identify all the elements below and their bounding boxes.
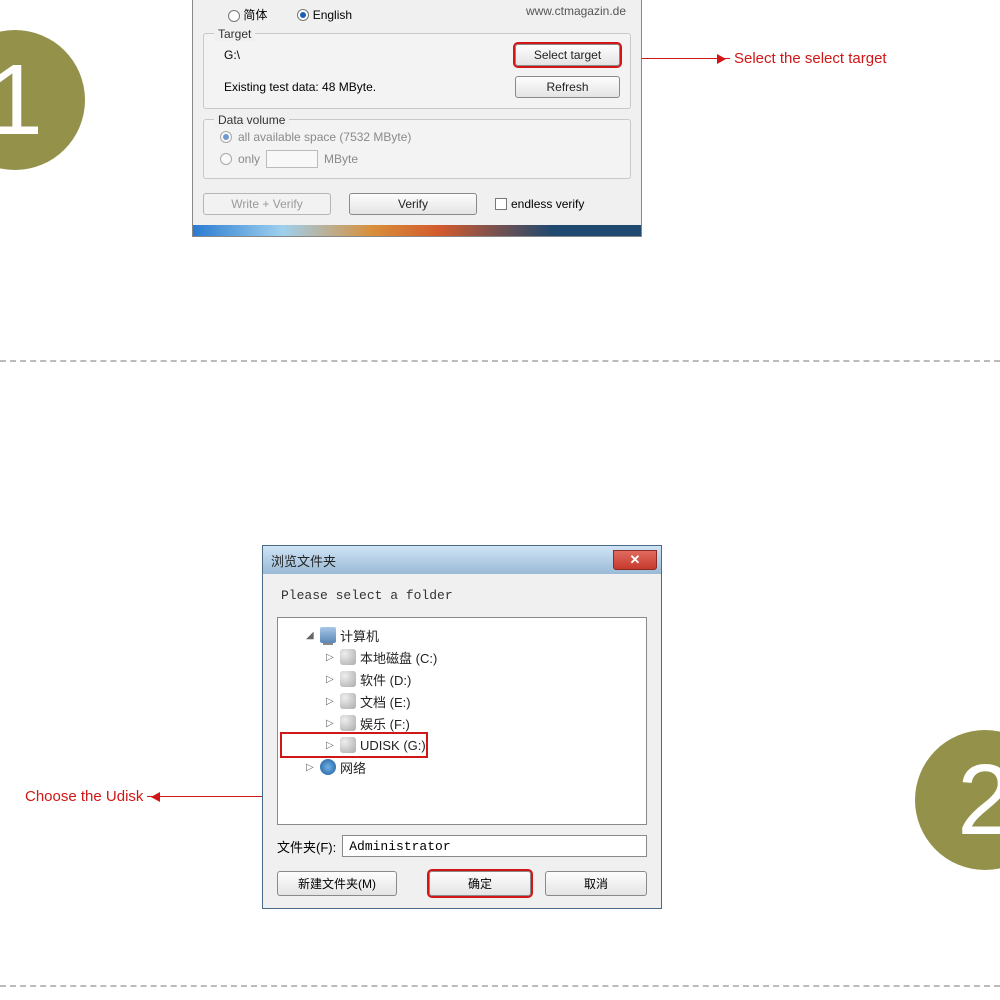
- radio-icon: [220, 131, 232, 143]
- tree-label: 文档 (E:): [360, 692, 411, 711]
- browse-folder-window: 浏览文件夹 ✕ Please select a folder ◢ 计算机 ▷ 本…: [262, 545, 662, 909]
- divider: [0, 360, 1000, 362]
- disk-icon: [340, 715, 356, 731]
- titlebar: 浏览文件夹 ✕: [263, 546, 661, 574]
- prompt-text: Please select a folder: [277, 584, 647, 617]
- folder-name-input[interactable]: [342, 835, 647, 857]
- step-number: 1: [0, 43, 43, 158]
- data-volume-fieldset: Data volume all available space (7532 MB…: [203, 119, 631, 179]
- computer-icon: [320, 627, 336, 643]
- verify-button[interactable]: Verify: [349, 193, 477, 215]
- tree-label: 软件 (D:): [360, 670, 411, 689]
- lang-label: English: [313, 8, 352, 22]
- lang-label: 简体: [243, 8, 267, 22]
- tree-label: 计算机: [340, 626, 379, 645]
- expand-icon[interactable]: ▷: [326, 718, 336, 729]
- expand-icon[interactable]: ▷: [326, 696, 336, 707]
- lang-english-radio[interactable]: English: [297, 8, 352, 22]
- step-2-badge: 2: [915, 730, 1000, 870]
- radio-icon: [220, 153, 232, 165]
- tree-node-udisk-g[interactable]: ▷ UDISK (G:): [282, 734, 426, 756]
- all-space-radio[interactable]: all available space (7532 MByte): [220, 130, 620, 144]
- annotation-text: Choose the Udisk: [25, 788, 143, 805]
- lang-simplified-radio[interactable]: 简体: [228, 6, 267, 23]
- divider: [0, 985, 1000, 987]
- collapse-icon[interactable]: ◢: [306, 630, 316, 641]
- expand-icon[interactable]: ▷: [326, 674, 336, 685]
- existing-data-text: Existing test data: 48 MByte.: [214, 80, 376, 94]
- expand-icon[interactable]: ▷: [326, 740, 336, 751]
- annotation-text: Select the select target: [734, 50, 887, 67]
- folder-tree[interactable]: ◢ 计算机 ▷ 本地磁盘 (C:) ▷ 软件 (D:) ▷ 文档 (E:) ▷: [277, 617, 647, 825]
- button-label: Refresh: [546, 80, 588, 94]
- arrow-icon: [147, 796, 262, 797]
- only-mbyte-input[interactable]: [266, 150, 318, 168]
- refresh-button[interactable]: Refresh: [515, 76, 620, 98]
- tree-node-drive-e[interactable]: ▷ 文档 (E:): [282, 690, 642, 712]
- step-number: 2: [957, 743, 1000, 858]
- button-label: Verify: [398, 197, 428, 211]
- radio-icon: [228, 10, 240, 22]
- target-path: G:\: [214, 48, 240, 62]
- disk-icon: [340, 737, 356, 753]
- button-label: Write + Verify: [231, 197, 302, 211]
- folder-label: 文件夹(F):: [277, 837, 336, 856]
- tree-node-drive-f[interactable]: ▷ 娱乐 (F:): [282, 712, 642, 734]
- radio-label: only: [238, 152, 260, 166]
- h2testw-window: 简体 English www.ctmagazin.de Target G:\ S…: [192, 0, 642, 237]
- close-icon: ✕: [630, 552, 641, 568]
- new-folder-button[interactable]: 新建文件夹(M): [277, 871, 397, 896]
- tree-label: UDISK (G:): [360, 738, 426, 753]
- tree-label: 娱乐 (F:): [360, 714, 410, 733]
- button-label: 新建文件夹(M): [298, 877, 376, 891]
- endless-verify-checkbox[interactable]: endless verify: [495, 197, 584, 211]
- select-target-button[interactable]: Select target: [515, 44, 620, 66]
- expand-icon[interactable]: ▷: [306, 762, 316, 773]
- step-1-badge: 1: [0, 30, 85, 170]
- tree-label: 本地磁盘 (C:): [360, 648, 437, 667]
- network-icon: [320, 759, 336, 775]
- disk-icon: [340, 649, 356, 665]
- datavol-legend: Data volume: [214, 113, 289, 127]
- unit-label: MByte: [324, 152, 358, 166]
- radio-icon: [297, 9, 309, 21]
- button-label: 取消: [584, 877, 608, 891]
- ok-button[interactable]: 确定: [429, 871, 531, 896]
- expand-icon[interactable]: ▷: [326, 652, 336, 663]
- write-verify-button[interactable]: Write + Verify: [203, 193, 331, 215]
- tree-label: 网络: [340, 758, 366, 777]
- tree-node-drive-d[interactable]: ▷ 软件 (D:): [282, 668, 642, 690]
- button-label: Select target: [534, 48, 601, 62]
- checkbox-label: endless verify: [511, 197, 584, 211]
- taskbar-strip: [193, 225, 641, 236]
- button-label: 确定: [468, 877, 492, 891]
- disk-icon: [340, 671, 356, 687]
- disk-icon: [340, 693, 356, 709]
- window-title: 浏览文件夹: [271, 551, 336, 570]
- annotation-choose-udisk: Choose the Udisk: [25, 788, 262, 805]
- website-url: www.ctmagazin.de: [526, 4, 626, 18]
- tree-node-network[interactable]: ▷ 网络: [282, 756, 642, 778]
- close-button[interactable]: ✕: [613, 550, 657, 570]
- target-fieldset: Target G:\ Select target Existing test d…: [203, 33, 631, 109]
- tree-node-computer[interactable]: ◢ 计算机: [282, 624, 642, 646]
- radio-label: all available space (7532 MByte): [238, 130, 411, 144]
- only-radio[interactable]: only MByte: [220, 150, 620, 168]
- cancel-button[interactable]: 取消: [545, 871, 647, 896]
- tree-node-drive-c[interactable]: ▷ 本地磁盘 (C:): [282, 646, 642, 668]
- target-legend: Target: [214, 27, 255, 41]
- annotation-select-target: Select the select target: [620, 50, 887, 67]
- checkbox-icon: [495, 198, 507, 210]
